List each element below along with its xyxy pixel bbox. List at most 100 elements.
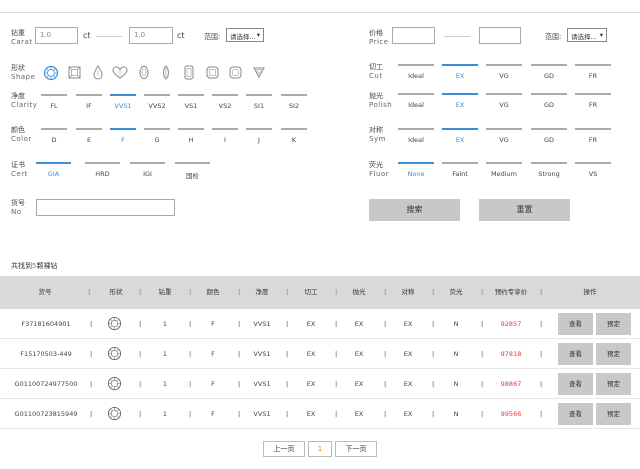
clarity-option-vs2[interactable]: VS2: [212, 94, 238, 110]
cell-stock-no: F37181604901: [21, 320, 71, 328]
trillion-icon: [253, 67, 265, 78]
sym-option-vg[interactable]: VG: [486, 128, 522, 144]
reset-button[interactable]: 重置: [479, 199, 570, 221]
option-bar: [246, 94, 272, 96]
reserve-button[interactable]: 预定: [596, 313, 631, 335]
carat-range-select[interactable]: 请选择... ▾: [226, 28, 264, 42]
clarity-option-si2[interactable]: SI2: [281, 94, 307, 110]
color-option-d[interactable]: D: [41, 128, 67, 144]
shape-princess-button[interactable]: [68, 66, 81, 79]
search-button[interactable]: 搜索: [369, 199, 460, 221]
price-range-select[interactable]: 请选择... ▾: [567, 28, 607, 42]
prev-page-button[interactable]: 上一页: [263, 441, 305, 457]
shape-asscher-button[interactable]: [206, 66, 219, 79]
stock-no-input[interactable]: [36, 199, 175, 216]
polish-option-gd[interactable]: GD: [531, 93, 567, 109]
price-min-input[interactable]: [392, 27, 435, 44]
sym-option-ideal[interactable]: Ideal: [398, 128, 434, 144]
reserve-button[interactable]: 预定: [596, 403, 631, 425]
fluor-option-medium[interactable]: Medium: [486, 162, 522, 178]
table-row: F37181604901 | | 1 | F | VVS1 | EX | EX …: [0, 309, 640, 339]
shape-round-button[interactable]: [43, 65, 59, 81]
cell-cut: EX: [306, 380, 316, 388]
cut-option-fr[interactable]: FR: [575, 64, 611, 80]
round-diamond-icon: [43, 65, 59, 81]
cert-label-cn: 证书: [11, 161, 25, 169]
shape-trillion-button[interactable]: [253, 67, 265, 78]
clarity-option-vs1[interactable]: VS1: [178, 94, 204, 110]
clarity-option-vvs1[interactable]: VVS1: [110, 94, 136, 110]
polish-option-vg[interactable]: VG: [486, 93, 522, 109]
reserve-button[interactable]: 预定: [596, 373, 631, 395]
view-button[interactable]: 查看: [558, 373, 593, 395]
cert-option-hrd[interactable]: HRD: [85, 162, 120, 178]
cell-cut: EX: [306, 410, 316, 418]
cell-separator: |: [90, 380, 93, 388]
shape-oval-button[interactable]: [139, 65, 149, 80]
color-option-f[interactable]: F: [110, 128, 136, 144]
shape-cushion-button[interactable]: [229, 66, 242, 79]
shape-heart-button[interactable]: [112, 66, 128, 79]
next-page-button[interactable]: 下一页: [335, 441, 377, 457]
current-page-button[interactable]: 1: [308, 441, 332, 457]
fluor-option-strong[interactable]: Strong: [531, 162, 567, 178]
reserve-button[interactable]: 预定: [596, 343, 631, 365]
color-option-h[interactable]: H: [178, 128, 204, 144]
view-button[interactable]: 查看: [558, 313, 593, 335]
cut-option-gd[interactable]: GD: [531, 64, 567, 80]
cert-option-igi[interactable]: IGI: [130, 162, 165, 178]
header-cut: 切工: [304, 288, 318, 296]
clarity-option-if[interactable]: IF: [76, 94, 102, 110]
option-label: EX: [455, 72, 465, 80]
clarity-option-si1[interactable]: SI1: [246, 94, 272, 110]
cell-cut: EX: [306, 350, 316, 358]
option-label: GIA: [47, 170, 60, 178]
result-summary: 共找到5颗裸钻: [11, 261, 57, 271]
fluor-option-vs[interactable]: VS: [575, 162, 611, 178]
view-button[interactable]: 查看: [558, 403, 593, 425]
color-option-e[interactable]: E: [76, 128, 102, 144]
option-label: GD: [543, 72, 555, 80]
cut-label-en: Cut: [369, 72, 383, 80]
polish-option-ideal[interactable]: Ideal: [398, 93, 434, 109]
shape-pear-button[interactable]: [93, 65, 103, 80]
color-label-cn: 颜色: [11, 126, 25, 134]
option-bar: [281, 128, 307, 130]
option-bar: [486, 128, 522, 130]
color-option-j[interactable]: J: [246, 128, 272, 144]
carat-max-input[interactable]: 1.0: [129, 27, 173, 44]
carat-min-input[interactable]: 1.0: [35, 27, 78, 44]
option-label: 国检: [186, 172, 199, 180]
cell-separator: |: [286, 320, 289, 328]
color-option-g[interactable]: G: [144, 128, 170, 144]
polish-option-ex[interactable]: EX: [442, 93, 478, 109]
sym-option-ex[interactable]: EX: [442, 128, 478, 144]
price-max-input[interactable]: [479, 27, 521, 44]
color-option-k[interactable]: K: [281, 128, 307, 144]
cert-option-guojian[interactable]: 国检: [175, 162, 210, 180]
cut-option-vg[interactable]: VG: [486, 64, 522, 80]
color-option-i[interactable]: I: [212, 128, 238, 144]
cell-separator: |: [90, 410, 93, 418]
sym-option-fr[interactable]: FR: [575, 128, 611, 144]
sym-option-gd[interactable]: GD: [531, 128, 567, 144]
view-button[interactable]: 查看: [558, 343, 593, 365]
header-sym: 对称: [401, 288, 415, 296]
fluor-option-faint[interactable]: Faint: [442, 162, 478, 178]
fluor-option-none[interactable]: None: [398, 162, 434, 178]
polish-option-fr[interactable]: FR: [575, 93, 611, 109]
clarity-option-fl[interactable]: FL: [41, 94, 67, 110]
stock-no-label-en: No: [11, 208, 22, 216]
cut-option-ex[interactable]: EX: [442, 64, 478, 80]
clarity-label: 净度 Clarity: [11, 92, 37, 110]
cell-fluor: N: [453, 320, 459, 328]
option-label: VVS2: [148, 102, 166, 110]
cert-option-gia[interactable]: GIA: [36, 162, 71, 178]
option-bar: [41, 94, 67, 96]
header-separator: |: [139, 288, 142, 296]
shape-emerald-button[interactable]: [184, 65, 194, 80]
clarity-option-vvs2[interactable]: VVS2: [144, 94, 170, 110]
option-bar: [531, 162, 567, 164]
cut-option-ideal[interactable]: Ideal: [398, 64, 434, 80]
shape-marquise-button[interactable]: [161, 65, 171, 80]
